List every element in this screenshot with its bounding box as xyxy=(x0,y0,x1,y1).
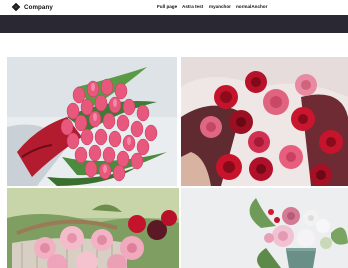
site-header: Company Full page Astra test myanchor no… xyxy=(0,0,348,15)
gallery-photo-pink-tulips[interactable] xyxy=(7,57,177,186)
red-rose-bouquet-image xyxy=(181,57,348,186)
pink-rose-basket-image xyxy=(7,188,179,268)
nav-link-normal-anchor[interactable]: normalAnchor xyxy=(236,4,267,9)
nav-link-astra-test[interactable]: Astra test xyxy=(182,4,203,9)
hero-band xyxy=(0,15,348,33)
nav-link-myanchor[interactable]: myanchor xyxy=(209,4,231,9)
main-nav: Full page Astra test myanchor normalAnch… xyxy=(0,4,348,12)
mixed-flowers-vase-image xyxy=(181,188,348,268)
gallery-photo-flower-vase[interactable] xyxy=(181,188,348,268)
gallery-photo-rose-basket[interactable] xyxy=(7,188,179,268)
pink-tulip-bouquet-image xyxy=(7,57,177,186)
nav-link-full-page[interactable]: Full page xyxy=(157,4,177,9)
gallery-photo-red-roses[interactable] xyxy=(181,57,348,186)
